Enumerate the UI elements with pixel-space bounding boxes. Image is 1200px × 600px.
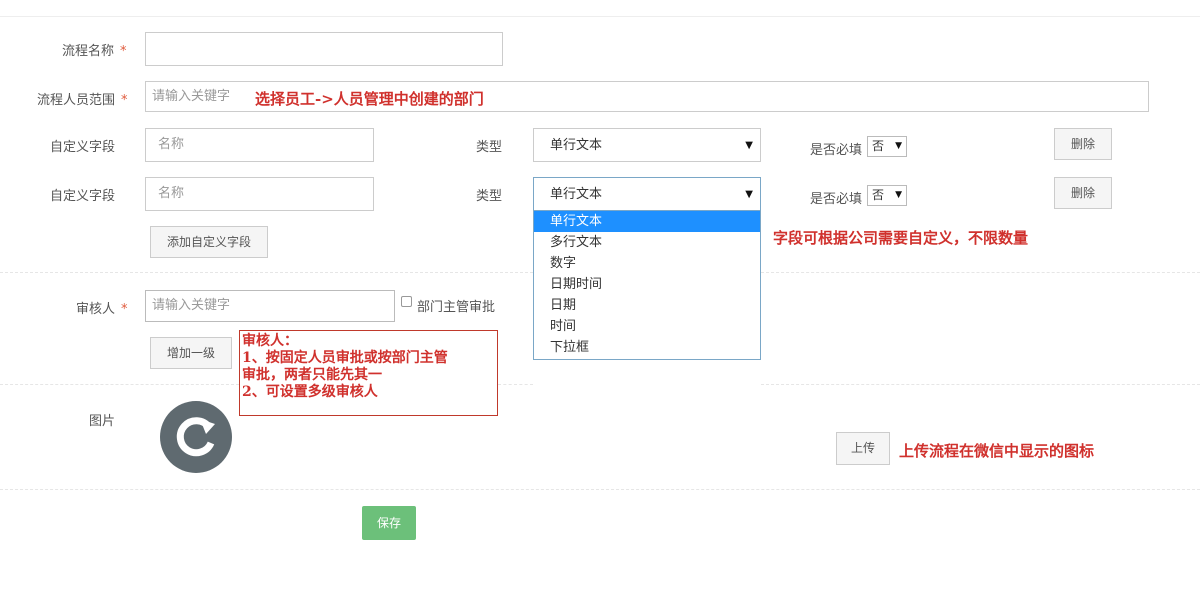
name-placeholder: 名称 bbox=[158, 137, 185, 152]
approver-input-placeholder: 请输入关键字 bbox=[152, 298, 231, 313]
dropdown-option[interactable]: 时间 bbox=[534, 316, 760, 337]
type-label: 类型 bbox=[476, 140, 503, 155]
annotation-line: 审核人： bbox=[242, 333, 298, 349]
flow-name-label: 流程名称 * bbox=[62, 44, 127, 59]
chevron-down-icon: ▼ bbox=[745, 140, 753, 151]
required-mark: * bbox=[121, 302, 128, 317]
approver-input[interactable]: 请输入关键字 bbox=[145, 290, 395, 322]
required-select[interactable]: 否 ▼ bbox=[867, 185, 907, 206]
upload-button[interactable]: 上传 bbox=[836, 432, 890, 465]
custom-field-label: 自定义字段 bbox=[50, 140, 116, 155]
required-mark: * bbox=[121, 93, 128, 108]
required-toggle-label: 是否必填 bbox=[810, 143, 863, 158]
custom-field-name-input[interactable]: 名称 bbox=[145, 177, 374, 211]
section-divider bbox=[0, 272, 533, 273]
section-divider bbox=[761, 272, 1200, 273]
approver-annotation: 审核人： 1、按固定人员审批或按部门主管 审批，两者只能先其一 2、可设置多级审… bbox=[239, 330, 498, 416]
type-select-value: 单行文本 bbox=[550, 187, 603, 202]
chevron-down-icon: ▼ bbox=[895, 141, 902, 151]
flow-name-input[interactable] bbox=[145, 32, 503, 66]
scope-input-placeholder: 请输入关键字 bbox=[152, 89, 231, 104]
dropdown-option[interactable]: 单行文本 bbox=[534, 211, 760, 232]
add-level-button[interactable]: 增加一级 bbox=[150, 337, 232, 369]
delete-button[interactable]: 删除 bbox=[1054, 128, 1112, 160]
upload-annotation: 上传流程在微信中显示的图标 bbox=[899, 442, 1095, 460]
dropdown-option[interactable]: 日期 bbox=[534, 295, 760, 316]
required-mark: * bbox=[120, 44, 127, 59]
dropdown-option[interactable]: 多行文本 bbox=[534, 232, 760, 253]
annotation-line: 2、可设置多级审核人 bbox=[242, 384, 378, 400]
save-button[interactable]: 保存 bbox=[362, 506, 416, 540]
section-divider bbox=[761, 384, 1200, 385]
image-label: 图片 bbox=[89, 414, 116, 429]
top-divider bbox=[0, 16, 1200, 17]
section-divider bbox=[498, 384, 533, 385]
type-select[interactable]: 单行文本 ▼ bbox=[533, 177, 761, 211]
required-select-value: 否 bbox=[872, 139, 885, 153]
add-custom-field-button[interactable]: 添加自定义字段 bbox=[150, 226, 268, 258]
required-select-value: 否 bbox=[872, 188, 885, 202]
dept-head-label: 部门主管审批 bbox=[417, 300, 496, 315]
field-annotation: 字段可根据公司需要自定义，不限数量 bbox=[773, 229, 1029, 247]
type-select-value: 单行文本 bbox=[550, 138, 603, 153]
name-placeholder: 名称 bbox=[158, 186, 185, 201]
custom-field-label: 自定义字段 bbox=[50, 189, 116, 204]
dropdown-option[interactable]: 数字 bbox=[534, 253, 760, 274]
dropdown-option[interactable]: 下拉框 bbox=[534, 337, 760, 358]
delete-button[interactable]: 删除 bbox=[1054, 177, 1112, 209]
type-select[interactable]: 单行文本 ▼ bbox=[533, 128, 761, 162]
dropdown-option[interactable]: 日期时间 bbox=[534, 274, 760, 295]
refresh-icon[interactable] bbox=[160, 401, 232, 473]
dept-head-checkbox[interactable] bbox=[401, 296, 412, 307]
custom-field-name-input[interactable]: 名称 bbox=[145, 128, 374, 162]
approver-label: 审核人 * bbox=[76, 302, 128, 317]
required-toggle-label: 是否必填 bbox=[810, 192, 863, 207]
scope-annotation: 选择员工->人员管理中创建的部门 bbox=[255, 90, 484, 108]
chevron-down-icon: ▼ bbox=[895, 190, 902, 200]
chevron-down-icon: ▼ bbox=[745, 189, 753, 200]
type-label: 类型 bbox=[476, 189, 503, 204]
required-select[interactable]: 否 ▼ bbox=[867, 136, 907, 157]
scope-label: 流程人员范围 * bbox=[37, 93, 128, 108]
type-dropdown-list[interactable]: 单行文本 多行文本 数字 日期时间 日期 时间 下拉框 bbox=[533, 210, 761, 360]
annotation-line: 1、按固定人员审批或按部门主管 bbox=[242, 350, 448, 366]
annotation-line: 审批，两者只能先其一 bbox=[242, 367, 382, 383]
section-divider bbox=[0, 489, 1200, 490]
section-divider bbox=[0, 384, 239, 385]
